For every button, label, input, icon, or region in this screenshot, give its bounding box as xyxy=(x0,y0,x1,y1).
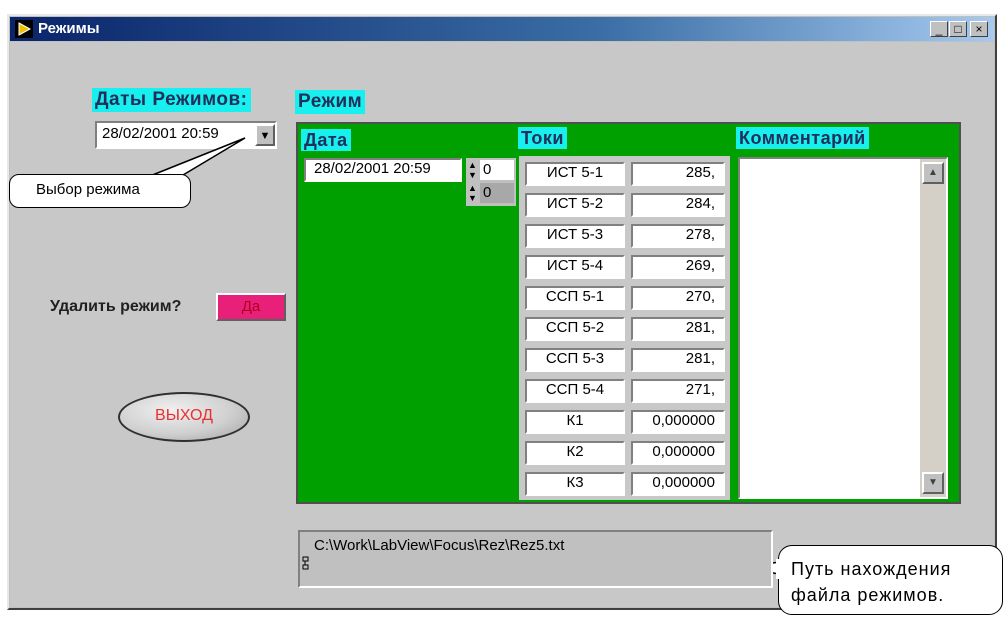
current-name: ССП 5-3 xyxy=(525,348,625,372)
date-header: Дата xyxy=(301,129,351,151)
comment-header: Комментарий xyxy=(736,127,869,149)
current-name: ИСТ 5-3 xyxy=(525,224,625,248)
current-name: ИСТ 5-4 xyxy=(525,255,625,279)
current-name: ИСТ 5-2 xyxy=(525,193,625,217)
current-name: К2 xyxy=(525,441,625,465)
spinner-arrows-2[interactable]: ▲ ▼ xyxy=(468,183,478,203)
current-name: ССП 5-2 xyxy=(525,317,625,341)
current-value[interactable]: 0,000000 xyxy=(631,410,725,434)
file-path-callout-line2: файла режимов. xyxy=(791,585,945,605)
currents-table: ИСТ 5-1 285, ИСТ 5-2 284, ИСТ 5-3 278, ИСТ 5-4… xyxy=(519,156,730,500)
current-name: К1 xyxy=(525,410,625,434)
file-path-callout-line1: Путь нахождения xyxy=(791,559,952,579)
currents-header: Токи xyxy=(518,127,567,149)
spinner-arrows-1[interactable]: ▲ ▼ xyxy=(468,160,478,180)
current-value[interactable]: 285, xyxy=(631,162,725,186)
current-value[interactable]: 269, xyxy=(631,255,725,279)
path-icon xyxy=(302,555,310,571)
current-value[interactable]: 278, xyxy=(631,224,725,248)
spinner-1[interactable]: 0 xyxy=(480,160,514,180)
current-value[interactable]: 0,000000 xyxy=(631,472,725,496)
file-path-callout: Путь нахождения файла режимов. xyxy=(778,545,1003,615)
callout-joint xyxy=(153,176,183,180)
current-name: ССП 5-1 xyxy=(525,286,625,310)
spinner-2[interactable]: 0 xyxy=(480,183,514,203)
current-name: К3 xyxy=(525,472,625,496)
callout-joint-2 xyxy=(776,559,782,579)
current-value[interactable]: 281, xyxy=(631,317,725,341)
current-value[interactable]: 281, xyxy=(631,348,725,372)
exit-button[interactable]: ВЫХОД xyxy=(118,392,250,442)
current-name: ССП 5-4 xyxy=(525,379,625,403)
mode-label: Режим xyxy=(295,90,366,114)
current-value[interactable]: 271, xyxy=(631,379,725,403)
current-name: ИСТ 5-1 xyxy=(525,162,625,186)
scroll-up-icon[interactable]: ▲ xyxy=(922,162,944,184)
current-value[interactable]: 0,000000 xyxy=(631,441,725,465)
current-value[interactable]: 270, xyxy=(631,286,725,310)
path-value[interactable]: C:\Work\LabView\Focus\Rez\Rez5.txt xyxy=(314,537,564,554)
comment-scrollbar[interactable] xyxy=(920,159,946,497)
delete-label: Удалить режим? xyxy=(50,298,182,315)
date-value[interactable]: 28/02/2001 20:59 xyxy=(304,158,462,182)
comment-textarea[interactable] xyxy=(738,157,948,499)
delete-button[interactable]: Да xyxy=(216,293,286,321)
scroll-down-icon[interactable]: ▼ xyxy=(922,472,944,494)
current-value[interactable]: 284, xyxy=(631,193,725,217)
